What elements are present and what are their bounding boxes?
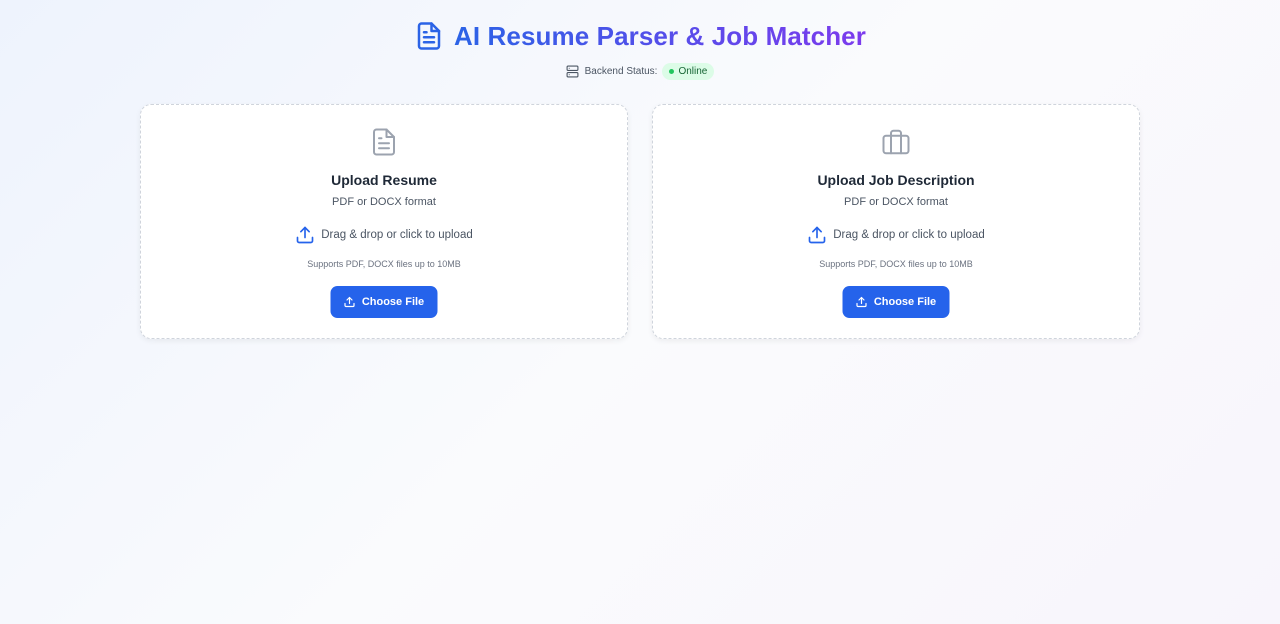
resume-upload-card[interactable]: Upload Resume PDF or DOCX format Drag & … [140,104,628,339]
document-icon [417,22,441,50]
server-icon [566,65,579,78]
choose-file-label: Choose File [873,296,937,308]
upload-icon [808,226,826,244]
status-badge: Online [662,63,715,80]
choose-file-button[interactable]: Choose File [842,286,950,318]
status-label: Backend Status: [584,66,658,77]
status-value: Online [678,66,708,77]
card-title: Upload Resume [331,172,437,188]
drop-zone[interactable]: Drag & drop or click to upload [141,225,627,245]
drop-text: Drag & drop or click to upload [321,229,473,241]
briefcase-icon [882,129,910,155]
upload-icon [296,226,314,244]
backend-status: Backend Status: Online [0,63,1280,80]
document-icon [373,128,395,156]
upload-icon [344,296,355,308]
upload-icon [856,296,867,308]
choose-file-button[interactable]: Choose File [330,286,438,318]
page-header: AI Resume Parser & Job Matcher [0,20,1280,52]
choose-file-label: Choose File [361,296,425,308]
card-subtitle: PDF or DOCX format [844,196,948,208]
support-text: Supports PDF, DOCX files up to 10MB [307,259,461,269]
support-text: Supports PDF, DOCX files up to 10MB [819,259,973,269]
card-title: Upload Job Description [817,172,975,188]
drop-text: Drag & drop or click to upload [833,229,985,241]
job-description-upload-card[interactable]: Upload Job Description PDF or DOCX forma… [652,104,1140,339]
card-subtitle: PDF or DOCX format [332,196,436,208]
status-dot [669,69,675,74]
drop-zone[interactable]: Drag & drop or click to upload [653,225,1139,245]
page-title: AI Resume Parser & Job Matcher [454,20,866,51]
